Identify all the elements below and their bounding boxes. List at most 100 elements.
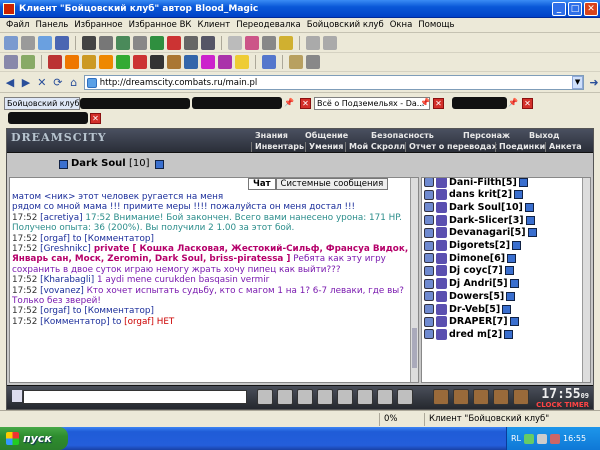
hand-icon[interactable] <box>289 55 303 69</box>
exit-icon[interactable] <box>513 389 529 405</box>
coin-icon[interactable] <box>279 36 293 50</box>
gem-icon[interactable] <box>184 55 198 69</box>
nav-security[interactable]: Безопасность <box>371 131 434 141</box>
leaf-icon[interactable] <box>116 55 130 69</box>
send-icon[interactable] <box>257 389 273 405</box>
home-icon[interactable]: ⌂ <box>68 76 80 89</box>
menu-favorites-vk[interactable]: Избранное ВК <box>126 20 195 30</box>
private-message-icon[interactable] <box>424 253 434 264</box>
private-message-icon[interactable] <box>424 215 434 226</box>
wand-icon[interactable] <box>218 55 232 69</box>
menu-fight-club[interactable]: Бойцовский клуб <box>304 20 387 30</box>
menu-windows[interactable]: Окна <box>387 20 416 30</box>
filter-icon[interactable] <box>297 389 313 405</box>
user-list-item[interactable]: Dj coyc [7] <box>424 265 514 277</box>
user-list-item[interactable]: DRAPER [7] <box>424 316 519 328</box>
menu-panel[interactable]: Панель <box>32 20 71 30</box>
nav-inventory[interactable]: Инвентарь <box>251 142 304 152</box>
pin-icon[interactable]: 📌 <box>508 98 518 107</box>
sound-icon[interactable] <box>377 389 393 405</box>
private-message-icon[interactable] <box>424 304 434 314</box>
info-icon[interactable] <box>323 36 337 50</box>
minimize-button[interactable]: _ <box>552 2 566 16</box>
info-icon[interactable] <box>502 304 512 314</box>
arrow-icon[interactable] <box>99 55 113 69</box>
sword-icon[interactable] <box>99 36 113 50</box>
map-icon[interactable] <box>150 36 164 50</box>
window-icon[interactable] <box>38 36 52 50</box>
tab-close-icon[interactable]: ✕ <box>90 113 101 124</box>
info-icon[interactable] <box>512 241 522 250</box>
gift-icon[interactable] <box>245 36 259 50</box>
info-icon[interactable] <box>518 178 528 187</box>
close-button[interactable]: ✕ <box>584 2 598 16</box>
skull-icon[interactable] <box>150 55 164 69</box>
eye-icon[interactable] <box>306 55 320 69</box>
key-icon[interactable] <box>82 55 96 69</box>
nav-profile[interactable]: Анкета <box>545 142 582 152</box>
info-icon[interactable] <box>59 160 68 169</box>
user-list-item[interactable]: Dark Soul [10] <box>424 201 534 213</box>
bag-icon[interactable] <box>21 55 35 69</box>
stop-icon[interactable]: ✕ <box>36 76 48 89</box>
network-icon[interactable] <box>524 433 535 444</box>
menu-dressing[interactable]: Переодевалка <box>233 20 304 30</box>
private-message-icon[interactable] <box>424 189 434 200</box>
info-icon[interactable] <box>504 266 514 276</box>
refresh-icon[interactable]: ⟳ <box>52 76 64 89</box>
settings-icon[interactable] <box>397 389 413 405</box>
user-list-item[interactable]: dred m [2] <box>424 328 514 340</box>
back-icon[interactable]: ◀ <box>4 76 16 89</box>
pin-icon[interactable]: 📌 <box>420 98 430 107</box>
info-icon[interactable] <box>504 329 514 339</box>
nav-communication[interactable]: Общение <box>305 131 348 141</box>
tab-system-messages[interactable]: Системные сообщения <box>275 178 389 190</box>
gear-icon[interactable] <box>21 36 35 50</box>
star-icon[interactable] <box>201 55 215 69</box>
flag-icon[interactable] <box>184 36 198 50</box>
url-dropdown-icon[interactable]: ▼ <box>572 76 584 89</box>
private-message-icon[interactable] <box>424 265 434 276</box>
nav-transfer-report[interactable]: Отчет о переводах <box>405 142 497 152</box>
user-list-item[interactable]: Devanagari [5] <box>424 227 537 239</box>
boot-icon[interactable] <box>167 55 181 69</box>
private-message-icon[interactable] <box>424 329 434 340</box>
fire-icon[interactable] <box>65 55 79 69</box>
chat-scrollbar[interactable] <box>410 178 418 382</box>
monitor-icon[interactable] <box>55 36 69 50</box>
nav-knowledge[interactable]: Знания <box>255 131 288 141</box>
nav-exit[interactable]: Выход <box>529 131 559 141</box>
menu-client[interactable]: Клиент <box>194 20 233 30</box>
user-list-item[interactable]: Dr-Veb [5] <box>424 303 512 315</box>
window-titlebar[interactable]: Клиент "Бойцовский клуб" автор Blood_Mag… <box>0 0 600 18</box>
settings-icon[interactable] <box>4 36 18 50</box>
chat-mode-icon[interactable] <box>12 390 22 402</box>
user-list-item[interactable]: Dowers [5] <box>424 290 516 302</box>
user-list-scrollbar[interactable] <box>582 178 590 382</box>
maximize-button[interactable]: □ <box>568 2 582 16</box>
tools-icon[interactable] <box>133 36 147 50</box>
volume-icon[interactable] <box>537 433 548 444</box>
url-field[interactable]: http://dreamscity.combats.ru/main.pl ▼ <box>83 75 585 90</box>
tab-dungeons[interactable]: Всё о Подземельях - Da... <box>314 97 430 110</box>
clear-icon[interactable] <box>317 389 333 405</box>
menu-favorites[interactable]: Избранное <box>71 20 125 30</box>
info-icon[interactable] <box>509 317 519 327</box>
go-icon[interactable]: ➜ <box>588 76 600 89</box>
start-button[interactable]: пуск <box>0 427 68 450</box>
info-icon[interactable] <box>506 291 516 301</box>
mail-icon[interactable] <box>262 36 276 50</box>
scroll-icon[interactable] <box>453 389 469 405</box>
nav-character[interactable]: Персонаж <box>463 131 510 141</box>
private-message-icon[interactable] <box>424 227 434 238</box>
user-list-item[interactable]: Dark-Slicer [3] <box>424 214 535 226</box>
globe-icon[interactable] <box>262 55 276 69</box>
menu-help[interactable]: Помощь <box>415 20 457 30</box>
tab-close-icon[interactable]: ✕ <box>433 98 444 109</box>
help-icon[interactable] <box>306 36 320 50</box>
private-message-icon[interactable] <box>424 202 434 213</box>
private-message-icon[interactable] <box>424 278 434 289</box>
smile-icon[interactable] <box>277 389 293 405</box>
private-message-icon[interactable] <box>424 178 434 187</box>
map-icon[interactable] <box>493 389 509 405</box>
